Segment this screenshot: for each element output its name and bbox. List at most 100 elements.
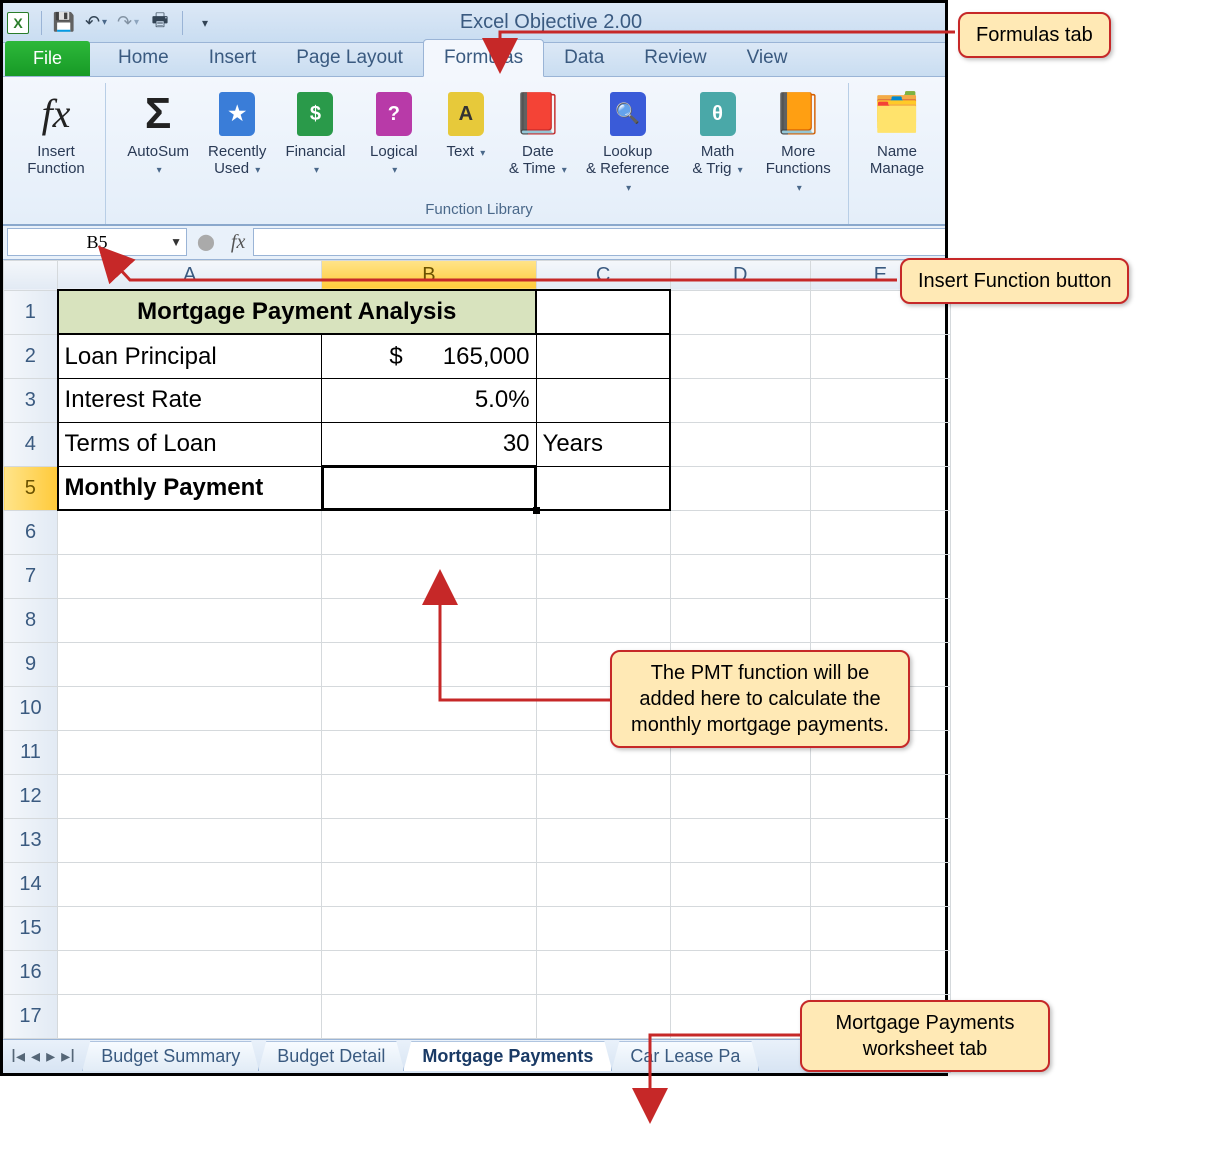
- cell-A4[interactable]: Terms of Loan: [58, 422, 322, 466]
- cell[interactable]: [670, 598, 810, 642]
- col-header-A[interactable]: A: [58, 260, 322, 290]
- cell[interactable]: [670, 818, 810, 862]
- math-trig-button[interactable]: θMath& Trig ▾: [685, 83, 751, 197]
- cell-A5[interactable]: Monthly Payment: [58, 466, 322, 510]
- cell[interactable]: [810, 906, 950, 950]
- row-header-12[interactable]: 12: [4, 774, 58, 818]
- cell[interactable]: [670, 334, 810, 378]
- tab-home[interactable]: Home: [98, 40, 189, 76]
- row-header-5[interactable]: 5: [4, 466, 58, 510]
- cell[interactable]: [322, 598, 536, 642]
- col-header-C[interactable]: C: [536, 260, 670, 290]
- row-header-15[interactable]: 15: [4, 906, 58, 950]
- cell[interactable]: [322, 950, 536, 994]
- sheet-tab-budget-detail[interactable]: Budget Detail: [258, 1041, 404, 1071]
- cell[interactable]: [58, 598, 322, 642]
- cell[interactable]: [536, 774, 670, 818]
- cell[interactable]: [58, 862, 322, 906]
- sheet-tab-car-lease-pa[interactable]: Car Lease Pa: [611, 1041, 759, 1071]
- cell[interactable]: [810, 554, 950, 598]
- cell-B3[interactable]: 5.0%: [322, 378, 536, 422]
- tab-data[interactable]: Data: [544, 40, 624, 76]
- tab-page-layout[interactable]: Page Layout: [276, 40, 423, 76]
- cell[interactable]: [670, 378, 810, 422]
- sheet-title[interactable]: Mortgage Payment Analysis: [58, 290, 536, 334]
- cell[interactable]: [670, 554, 810, 598]
- cell[interactable]: [670, 994, 810, 1038]
- select-all-corner[interactable]: [4, 260, 58, 290]
- cell-C3[interactable]: [536, 378, 670, 422]
- sheet-nav-buttons[interactable]: I◂ ◂ ▸ ▸I: [3, 1046, 83, 1067]
- cell[interactable]: [670, 950, 810, 994]
- row-header-13[interactable]: 13: [4, 818, 58, 862]
- cell[interactable]: [536, 554, 670, 598]
- cell-C1[interactable]: [536, 290, 670, 334]
- cell[interactable]: [536, 862, 670, 906]
- tab-review[interactable]: Review: [624, 40, 726, 76]
- name-manager-button[interactable]: 🗂️ Name Manage: [861, 83, 933, 180]
- cell-A3[interactable]: Interest Rate: [58, 378, 322, 422]
- chevron-down-icon[interactable]: ▼: [170, 235, 182, 250]
- cell[interactable]: [670, 906, 810, 950]
- row-header-1[interactable]: 1: [4, 290, 58, 334]
- cell[interactable]: [322, 818, 536, 862]
- cell[interactable]: [322, 774, 536, 818]
- cell[interactable]: [810, 818, 950, 862]
- cell[interactable]: [322, 862, 536, 906]
- cell-B2[interactable]: $ 165,000: [322, 334, 536, 378]
- cell[interactable]: [58, 818, 322, 862]
- row-header-4[interactable]: 4: [4, 422, 58, 466]
- row-header-6[interactable]: 6: [4, 510, 58, 554]
- cell[interactable]: [810, 598, 950, 642]
- cell-A2[interactable]: Loan Principal: [58, 334, 322, 378]
- cell[interactable]: [58, 554, 322, 598]
- file-tab[interactable]: File: [5, 41, 90, 76]
- row-header-2[interactable]: 2: [4, 334, 58, 378]
- qat-redo-button[interactable]: ↷▾: [114, 9, 142, 37]
- cell[interactable]: [322, 510, 536, 554]
- cell[interactable]: [322, 642, 536, 686]
- logical-button[interactable]: ?Logical ▾: [361, 83, 427, 197]
- nav-next-icon[interactable]: ▸: [44, 1046, 57, 1067]
- qat-print-button[interactable]: 🖶: [146, 9, 174, 37]
- cell[interactable]: [322, 554, 536, 598]
- tab-insert[interactable]: Insert: [189, 40, 277, 76]
- cell[interactable]: [58, 994, 322, 1038]
- cell[interactable]: [670, 774, 810, 818]
- sheet-tab-budget-summary[interactable]: Budget Summary: [82, 1041, 259, 1071]
- cell[interactable]: [810, 774, 950, 818]
- autosum-button[interactable]: ΣAutoSum ▾: [118, 83, 198, 197]
- cell[interactable]: [810, 862, 950, 906]
- cell[interactable]: [810, 950, 950, 994]
- cell[interactable]: [536, 950, 670, 994]
- cell[interactable]: [322, 686, 536, 730]
- cell[interactable]: [810, 334, 950, 378]
- nav-first-icon[interactable]: I◂: [9, 1046, 27, 1067]
- text-button[interactable]: AText ▾: [433, 83, 499, 197]
- row-header-7[interactable]: 7: [4, 554, 58, 598]
- more-functions-button[interactable]: 📙MoreFunctions ▾: [757, 83, 840, 197]
- cell[interactable]: [322, 730, 536, 774]
- row-header-10[interactable]: 10: [4, 686, 58, 730]
- recently-used-button[interactable]: ★RecentlyUsed ▾: [204, 83, 270, 197]
- cell[interactable]: [536, 906, 670, 950]
- row-header-8[interactable]: 8: [4, 598, 58, 642]
- cell-C2[interactable]: [536, 334, 670, 378]
- cell[interactable]: [810, 422, 950, 466]
- qat-undo-button[interactable]: ↶▾: [82, 9, 110, 37]
- name-box[interactable]: B5 ▼: [7, 228, 187, 256]
- date-time-button[interactable]: 📕Date& Time ▾: [505, 83, 571, 197]
- nav-last-icon[interactable]: ▸I: [59, 1046, 77, 1067]
- cell[interactable]: [810, 378, 950, 422]
- lookup-reference-button[interactable]: 🔍Lookup& Reference ▾: [577, 83, 679, 197]
- cell-C4[interactable]: Years: [536, 422, 670, 466]
- col-header-D[interactable]: D: [670, 260, 810, 290]
- cell[interactable]: [536, 510, 670, 554]
- cell-B4[interactable]: 30: [322, 422, 536, 466]
- cell[interactable]: [810, 510, 950, 554]
- cell[interactable]: [58, 686, 322, 730]
- tab-formulas[interactable]: Formulas: [423, 39, 544, 77]
- tab-view[interactable]: View: [727, 40, 808, 76]
- row-header-9[interactable]: 9: [4, 642, 58, 686]
- cell[interactable]: [322, 994, 536, 1038]
